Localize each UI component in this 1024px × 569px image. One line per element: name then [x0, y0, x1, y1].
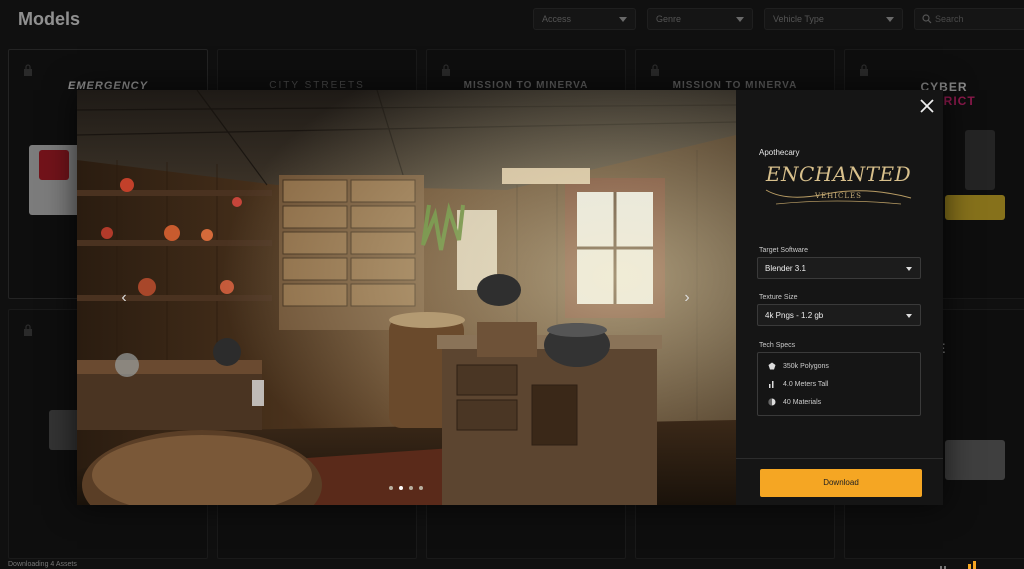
carousel-dot[interactable]	[389, 486, 393, 490]
spec-text: 350k Polygons	[783, 362, 829, 370]
spec-materials: 40 Materials	[768, 398, 821, 406]
spec-text: 4.0 Meters Tall	[783, 380, 829, 388]
previous-slide-button[interactable]: ‹	[117, 290, 131, 306]
download-button[interactable]: Download	[760, 469, 922, 497]
apothecary-preview-image	[77, 90, 736, 505]
spec-height: 4.0 Meters Tall	[768, 380, 828, 388]
texture-size-label: Texture Size	[759, 294, 798, 301]
chevron-down-icon	[906, 314, 912, 318]
texture-size-value: 4k Pngs - 1.2 gb	[765, 311, 824, 320]
materials-icon	[768, 398, 776, 406]
spec-text: 40 Materials	[783, 398, 822, 406]
texture-size-select[interactable]: 4k Pngs - 1.2 gb	[757, 304, 921, 326]
divider	[736, 458, 943, 459]
model-category: Apothecary	[759, 148, 800, 157]
activity-bars-icon	[940, 561, 976, 569]
target-software-select[interactable]: Blender 3.1	[757, 257, 921, 279]
enchanted-vehicles-logo: ENCHANTED VEHICLES	[756, 160, 921, 212]
model-info-panel: Apothecary ENCHANTED VEHICLES Target Sof…	[736, 90, 943, 505]
tech-specs-box: 350k Polygons 4.0 Meters Tall 40 Materia…	[757, 352, 921, 416]
target-software-value: Blender 3.1	[765, 264, 806, 273]
chevron-down-icon	[906, 267, 912, 271]
brand-title: ENCHANTED	[765, 162, 912, 186]
next-slide-button[interactable]: ›	[680, 290, 694, 306]
tech-specs-label: Tech Specs	[759, 342, 796, 349]
carousel-dot[interactable]	[419, 486, 423, 490]
model-preview-carousel: ‹ ›	[77, 90, 736, 505]
carousel-dot[interactable]	[409, 486, 413, 490]
brand-subtitle: VEHICLES	[815, 192, 862, 200]
carousel-dot[interactable]	[399, 486, 403, 490]
height-icon	[769, 381, 774, 388]
model-detail-modal: ‹ › Apothecary ENCHANTED VEHICLES Target…	[77, 90, 943, 505]
carousel-dots	[389, 486, 423, 490]
spec-polygons: 350k Polygons	[768, 362, 829, 370]
polygon-icon	[768, 362, 776, 370]
download-status: Downloading 4 Assets	[8, 561, 77, 568]
target-software-label: Target Software	[759, 247, 809, 254]
close-icon[interactable]	[919, 98, 935, 114]
